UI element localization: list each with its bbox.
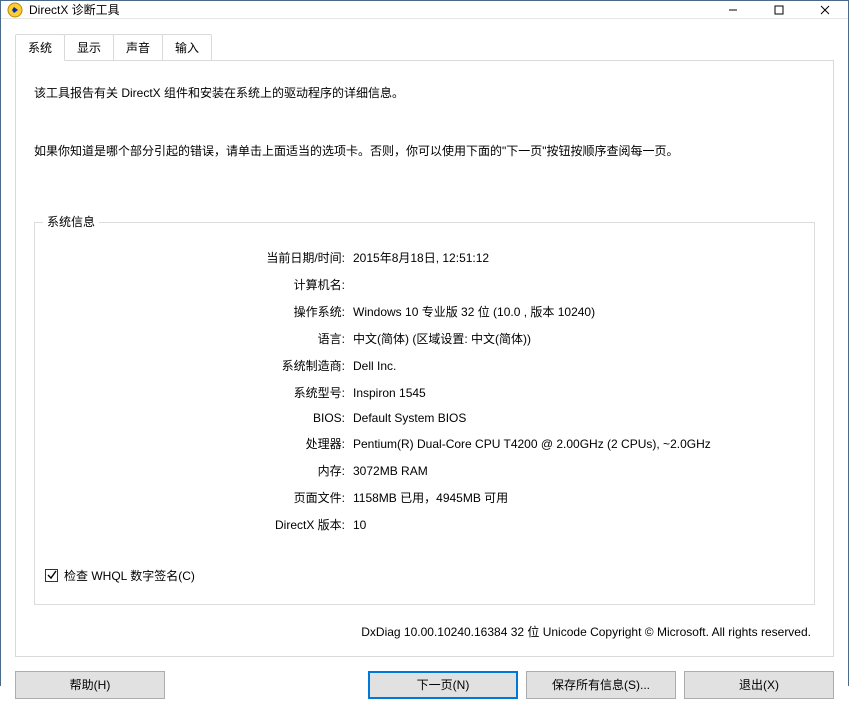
bios-value: Default System BIOS [353, 411, 804, 425]
tab-input[interactable]: 输入 [162, 34, 212, 61]
tab-input-label: 输入 [175, 41, 199, 55]
save-all-button-label: 保存所有信息(S)... [552, 676, 650, 693]
whql-check-row: 检查 WHQL 数字签名(C) [45, 567, 804, 584]
system-info-grid: 当前日期/时间: 2015年8月18日, 12:51:12 计算机名: 操作系统… [45, 249, 804, 533]
intro-text-1: 该工具报告有关 DirectX 组件和安装在系统上的驱动程序的详细信息。 [34, 83, 815, 103]
tabstrip: 系统 显示 声音 输入 [15, 33, 834, 60]
maximize-button[interactable] [756, 1, 802, 18]
next-page-button-label: 下一页(N) [417, 676, 470, 693]
tab-system-label: 系统 [28, 41, 52, 55]
system-info-group: 系统信息 当前日期/时间: 2015年8月18日, 12:51:12 计算机名:… [34, 222, 815, 605]
computer-name-label: 计算机名: [45, 276, 345, 293]
tabpanel-system: 该工具报告有关 DirectX 组件和安装在系统上的驱动程序的详细信息。 如果你… [15, 60, 834, 657]
app-icon [7, 2, 23, 18]
lang-label: 语言: [45, 330, 345, 347]
os-label: 操作系统: [45, 303, 345, 320]
model-label: 系统型号: [45, 384, 345, 401]
button-bar: 帮助(H) 下一页(N) 保存所有信息(S)... 退出(X) [15, 671, 834, 699]
ram-value: 3072MB RAM [353, 464, 804, 478]
tabs: 系统 显示 声音 输入 [15, 33, 834, 60]
window-title: DirectX 诊断工具 [29, 1, 120, 18]
help-button[interactable]: 帮助(H) [15, 671, 165, 699]
cpu-label: 处理器: [45, 435, 345, 452]
cpu-value: Pentium(R) Dual-Core CPU T4200 @ 2.00GHz… [353, 437, 804, 451]
window-controls [710, 1, 848, 18]
pagefile-label: 页面文件: [45, 489, 345, 506]
tab-display-label: 显示 [77, 41, 101, 55]
dx-label: DirectX 版本: [45, 516, 345, 533]
client-area: 系统 显示 声音 输入 该工具报告有关 DirectX 组件和安装在系统上的驱动… [1, 19, 848, 713]
pagefile-value: 1158MB 已用，4945MB 可用 [353, 489, 804, 506]
whql-checkbox[interactable] [45, 569, 58, 582]
datetime-value: 2015年8月18日, 12:51:12 [353, 249, 804, 266]
help-button-label: 帮助(H) [70, 676, 111, 693]
dxdiag-window: DirectX 诊断工具 系统 显示 声音 输入 [0, 0, 849, 686]
minimize-button[interactable] [710, 1, 756, 18]
os-value: Windows 10 专业版 32 位 (10.0 , 版本 10240) [353, 303, 804, 320]
save-all-button[interactable]: 保存所有信息(S)... [526, 671, 676, 699]
titlebar: DirectX 诊断工具 [1, 1, 848, 19]
datetime-label: 当前日期/时间: [45, 249, 345, 266]
tab-sound[interactable]: 声音 [113, 34, 163, 61]
tab-display[interactable]: 显示 [64, 34, 114, 61]
model-value: Inspiron 1545 [353, 386, 804, 400]
whql-checkbox-label: 检查 WHQL 数字签名(C) [64, 567, 195, 584]
tab-sound-label: 声音 [126, 41, 150, 55]
next-page-button[interactable]: 下一页(N) [368, 671, 518, 699]
footer-text: DxDiag 10.00.10240.16384 32 位 Unicode Co… [34, 623, 815, 640]
manufacturer-label: 系统制造商: [45, 357, 345, 374]
tab-system[interactable]: 系统 [15, 34, 65, 61]
exit-button[interactable]: 退出(X) [684, 671, 834, 699]
close-button[interactable] [802, 1, 848, 18]
system-info-title: 系统信息 [43, 213, 99, 230]
bios-label: BIOS: [45, 411, 345, 425]
button-bar-right: 下一页(N) 保存所有信息(S)... 退出(X) [368, 671, 834, 699]
dx-value: 10 [353, 518, 804, 532]
intro-text-2: 如果你知道是哪个部分引起的错误，请单击上面适当的选项卡。否则，你可以使用下面的"… [34, 141, 815, 161]
exit-button-label: 退出(X) [739, 676, 779, 693]
titlebar-left: DirectX 诊断工具 [7, 1, 120, 18]
lang-value: 中文(简体) (区域设置: 中文(简体)) [353, 330, 804, 347]
manufacturer-value: Dell Inc. [353, 359, 804, 373]
ram-label: 内存: [45, 462, 345, 479]
